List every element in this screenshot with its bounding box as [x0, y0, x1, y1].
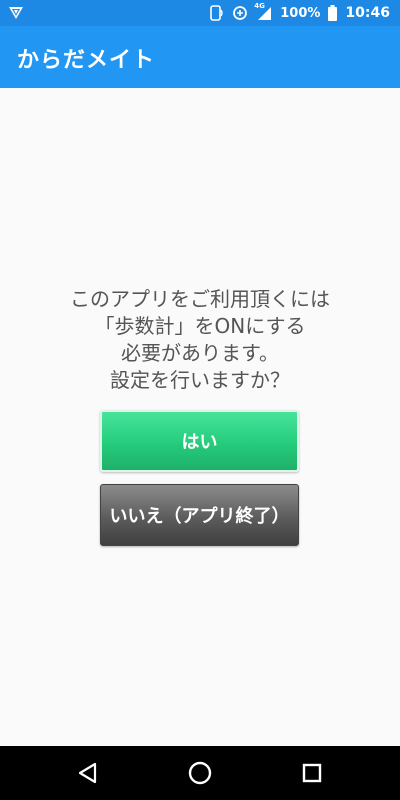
app-bar: からだメイト — [0, 26, 400, 88]
data-saver-icon — [232, 5, 248, 21]
no-exit-app-button[interactable]: いいえ（アプリ終了） — [100, 484, 299, 546]
message-line: 設定を行いますか？ — [110, 368, 290, 392]
yes-button[interactable]: はい — [100, 410, 299, 472]
dialog-message: このアプリをご利用頂くには 「歩数計」をONにする 必要があります。 設定を行い… — [0, 286, 400, 394]
message-line: 必要があります。 — [121, 341, 279, 365]
main-content: このアプリをご利用頂くには 「歩数計」をONにする 必要があります。 設定を行い… — [0, 88, 400, 746]
app-title: からだメイト — [17, 48, 156, 73]
message-line: 「歩数計」をONにする — [94, 314, 306, 338]
status-bar: 4G 100% 10:46 — [0, 0, 400, 26]
battery-percent: 100% — [280, 5, 321, 21]
signal-icon: 4G — [254, 2, 272, 21]
navigation-bar — [0, 746, 400, 800]
recents-icon[interactable] — [300, 761, 324, 785]
battery-icon — [328, 5, 338, 21]
message-line: このアプリをご利用頂くには — [70, 287, 330, 311]
network-type-label: 4G — [254, 2, 265, 10]
clock: 10:46 — [345, 5, 390, 21]
nfc-icon — [210, 5, 224, 21]
back-icon[interactable] — [76, 761, 100, 785]
home-icon[interactable] — [188, 761, 212, 785]
app-notification-icon — [9, 7, 23, 19]
